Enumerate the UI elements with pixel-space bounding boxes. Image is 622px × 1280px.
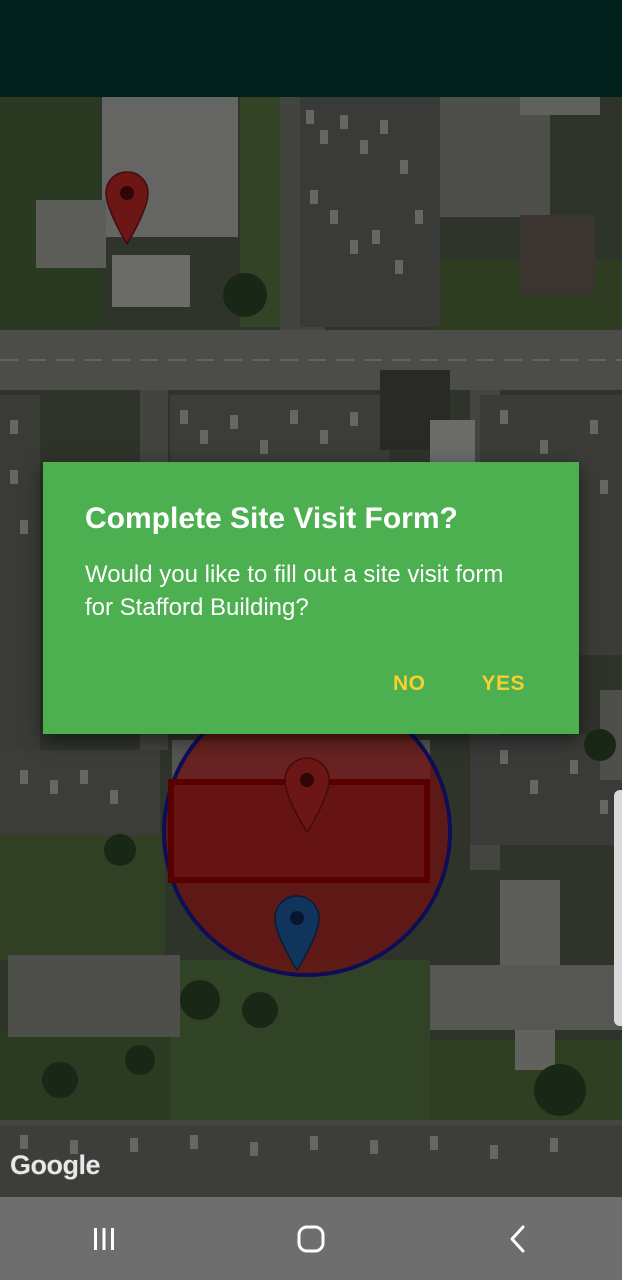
site-visit-dialog: Complete Site Visit Form? Would you like… [43, 462, 579, 734]
back-button[interactable] [458, 1204, 578, 1274]
home-icon [297, 1225, 325, 1252]
edge-panel-handle[interactable] [614, 790, 622, 1026]
dialog-actions: NO YES [365, 664, 553, 704]
building-marker-icon[interactable] [283, 756, 331, 834]
dialog-title: Complete Site Visit Form? [85, 502, 458, 535]
yes-button[interactable]: YES [453, 664, 553, 704]
user-location-marker-icon [274, 895, 320, 972]
map-marker-icon[interactable] [104, 170, 150, 246]
screen: Google Complete Site Visit Form? Would y… [0, 0, 622, 1280]
back-icon [510, 1225, 525, 1252]
dialog-message: Would you like to fill out a site visit … [85, 561, 504, 621]
recent-apps-icon [93, 1227, 114, 1250]
recent-apps-button[interactable] [44, 1204, 164, 1274]
google-attribution: Google [10, 1150, 101, 1180]
home-button[interactable] [251, 1204, 371, 1274]
navigation-bar [0, 1197, 622, 1280]
no-button[interactable]: NO [365, 664, 454, 704]
